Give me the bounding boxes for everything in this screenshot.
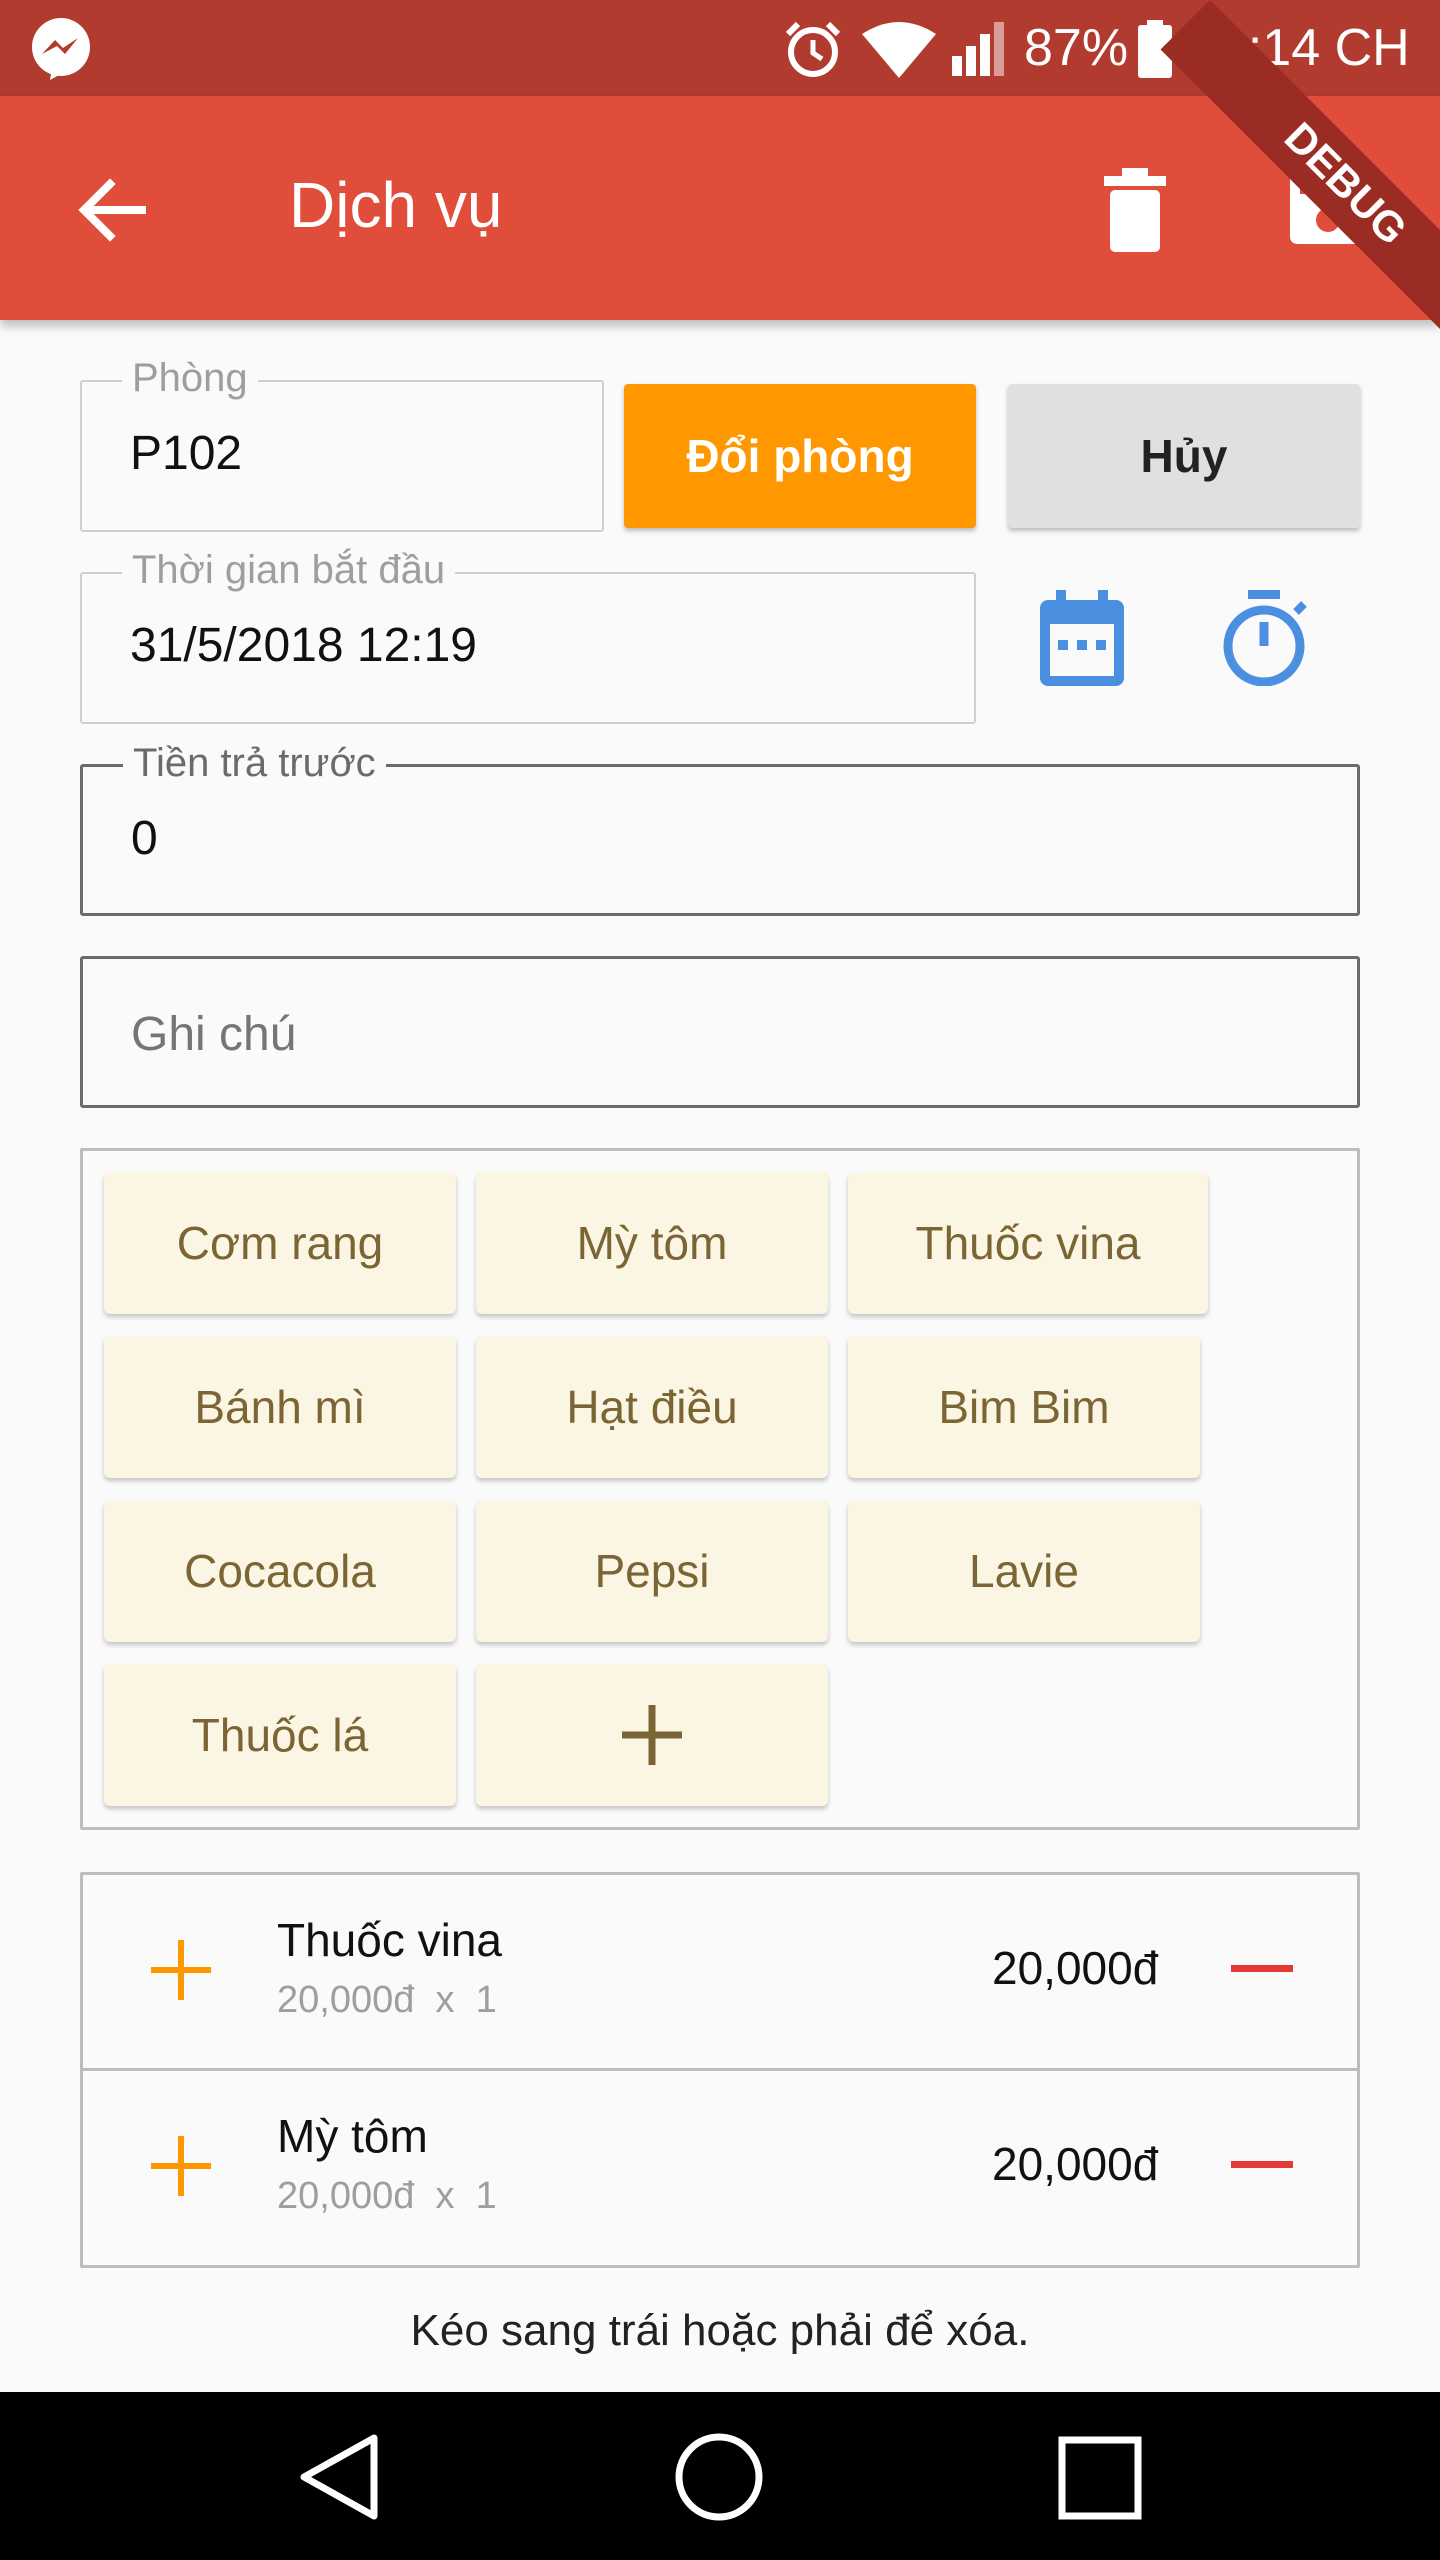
order-item-qty: 1 — [475, 2175, 497, 2217]
wifi-icon — [862, 22, 936, 78]
nav-home-icon[interactable] — [674, 2432, 764, 2522]
prepaid-value[interactable]: 0 — [131, 811, 158, 866]
app-bar: Dịch vụ DEBUG — [0, 0, 1440, 375]
alarm-icon — [785, 21, 841, 77]
order-item-total: 20,000đ — [992, 1942, 1159, 1994]
back-arrow-icon[interactable] — [72, 170, 152, 250]
increase-plus-icon[interactable] — [151, 2136, 211, 2196]
service-item-hat-dieu[interactable]: Hạt điều — [476, 1336, 828, 1478]
start-time-value[interactable]: 31/5/2018 12:19 — [130, 618, 477, 673]
battery-percent: 87% — [1024, 19, 1129, 77]
add-service-button[interactable] — [476, 1664, 828, 1806]
order-item-name: Mỳ tôm — [277, 2110, 428, 2162]
service-item-my-tom[interactable]: Mỳ tôm — [476, 1172, 828, 1314]
messenger-icon — [32, 18, 90, 80]
note-field[interactable]: Ghi chú — [80, 956, 1360, 1108]
order-item-name: Thuốc vina — [277, 1914, 503, 1966]
note-placeholder[interactable]: Ghi chú — [131, 1007, 296, 1062]
nav-back-icon[interactable] — [296, 2432, 380, 2522]
signal-icon — [952, 22, 1004, 76]
order-item-qty: 1 — [475, 1979, 497, 2021]
order-item-detail: 20,000đ x 1 — [277, 1979, 497, 2022]
service-item-bim-bim[interactable]: Bim Bim — [848, 1336, 1200, 1478]
times-sign: x — [435, 1979, 455, 2021]
service-item-banh-mi[interactable]: Bánh mì — [104, 1336, 456, 1478]
order-item-price: 20,000đ — [277, 2175, 415, 2217]
order-item-price: 20,000đ — [277, 1979, 415, 2021]
service-item-cocacola[interactable]: Cocacola — [104, 1500, 456, 1642]
cancel-button[interactable]: Hủy — [1008, 384, 1360, 528]
order-item-total: 20,000đ — [992, 2138, 1159, 2190]
swipe-hint: Kéo sang trái hoặc phải để xóa. — [410, 2306, 1030, 2355]
timer-icon[interactable] — [1218, 590, 1310, 686]
change-room-button[interactable]: Đổi phòng — [624, 384, 976, 528]
nav-recents-icon[interactable] — [1058, 2436, 1142, 2520]
prepaid-field[interactable]: Tiền trả trước 0 — [80, 741, 1360, 916]
room-field[interactable]: Phòng P102 — [80, 356, 604, 532]
prepaid-label: Tiền trả trước — [123, 741, 386, 786]
increase-plus-icon[interactable] — [151, 1940, 211, 2000]
room-field-value[interactable]: P102 — [130, 426, 242, 481]
calendar-icon[interactable] — [1040, 590, 1124, 686]
room-field-label: Phòng — [122, 356, 258, 401]
service-item-com-rang[interactable]: Cơm rang — [104, 1172, 456, 1314]
page-title: Dịch vụ — [289, 169, 503, 241]
service-item-lavie[interactable]: Lavie — [848, 1500, 1200, 1642]
service-item-thuoc-la[interactable]: Thuốc lá — [104, 1664, 456, 1806]
service-item-thuoc-vina[interactable]: Thuốc vina — [848, 1172, 1208, 1314]
start-time-label: Thời gian bắt đầu — [122, 548, 456, 593]
order-row: Thuốc vina 20,000đ x 1 20,000đ — [83, 1875, 1357, 2068]
navigation-bar — [0, 2392, 1440, 2560]
times-sign: x — [435, 2175, 455, 2217]
order-row: Mỳ tôm 20,000đ x 1 20,000đ — [83, 2071, 1357, 2265]
decrease-minus-icon[interactable] — [1231, 2161, 1293, 2169]
order-item-detail: 20,000đ x 1 — [277, 2175, 497, 2218]
service-item-pepsi[interactable]: Pepsi — [476, 1500, 828, 1642]
plus-icon — [622, 1705, 682, 1765]
delete-icon[interactable] — [1100, 168, 1170, 252]
start-time-field[interactable]: Thời gian bắt đầu 31/5/2018 12:19 — [80, 548, 976, 724]
decrease-minus-icon[interactable] — [1231, 1965, 1293, 1973]
